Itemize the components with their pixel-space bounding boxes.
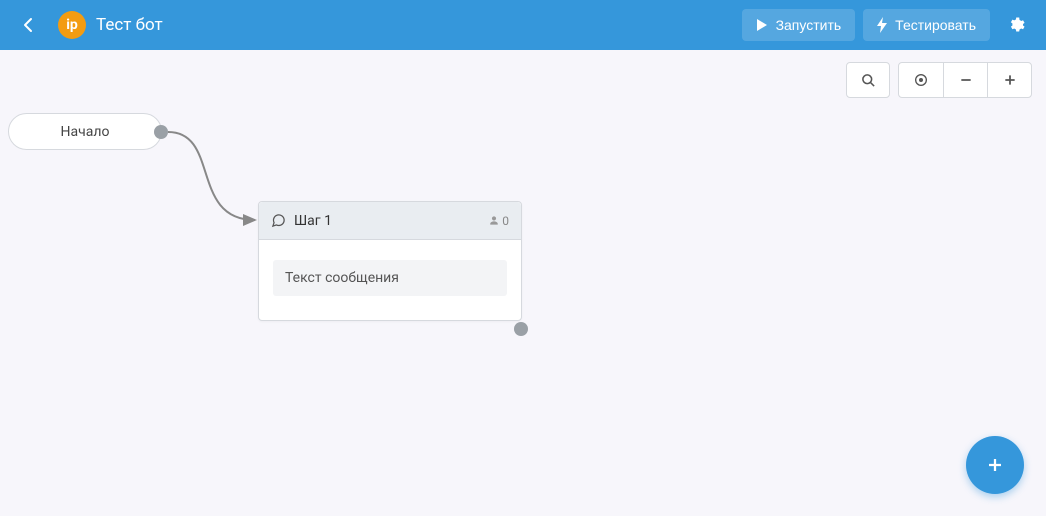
chat-icon: [271, 213, 286, 228]
chevron-left-icon: [23, 17, 33, 33]
start-node-output-port[interactable]: [154, 125, 168, 139]
launch-button[interactable]: Запустить: [742, 9, 856, 41]
step-node-title: Шаг 1: [294, 213, 481, 229]
step-node-user-count: 0: [489, 214, 509, 228]
step-node-body: Текст сообщения: [259, 240, 521, 320]
zoom-toolbar: [846, 62, 1032, 98]
settings-button[interactable]: [1000, 9, 1032, 41]
zoom-out-button[interactable]: [943, 63, 987, 97]
gear-icon: [1007, 16, 1025, 34]
step-node-header: Шаг 1 0: [259, 202, 521, 240]
flow-canvas[interactable]: Начало Шаг 1 0 Текст сообщения: [0, 50, 1046, 516]
minus-icon: [959, 73, 973, 87]
app-header: ip Тест бот Запустить Тестировать: [0, 0, 1046, 50]
play-icon: [756, 18, 768, 32]
app-logo: ip: [58, 11, 86, 39]
add-node-fab[interactable]: [966, 436, 1024, 494]
message-content-row[interactable]: Текст сообщения: [273, 260, 507, 296]
step-node[interactable]: Шаг 1 0 Текст сообщения: [258, 201, 522, 321]
user-icon: [489, 215, 499, 226]
page-title: Тест бот: [96, 15, 163, 35]
user-count-value: 0: [502, 214, 509, 228]
bolt-icon: [877, 17, 887, 33]
logo-text: ip: [66, 17, 78, 33]
zoom-fit-button[interactable]: [899, 63, 943, 97]
search-icon: [861, 73, 876, 88]
zoom-in-button[interactable]: [987, 63, 1031, 97]
message-text: Текст сообщения: [285, 270, 399, 286]
search-button[interactable]: [846, 62, 890, 98]
plus-icon: [986, 456, 1004, 474]
launch-label: Запустить: [776, 17, 842, 33]
start-node-label: Начало: [61, 124, 110, 140]
start-node[interactable]: Начало: [8, 113, 162, 150]
test-label: Тестировать: [895, 17, 976, 33]
plus-icon: [1003, 73, 1017, 87]
step-node-output-port[interactable]: [514, 322, 528, 336]
target-icon: [913, 72, 929, 88]
test-button[interactable]: Тестировать: [863, 9, 990, 41]
back-button[interactable]: [14, 11, 42, 39]
zoom-group: [898, 62, 1032, 98]
